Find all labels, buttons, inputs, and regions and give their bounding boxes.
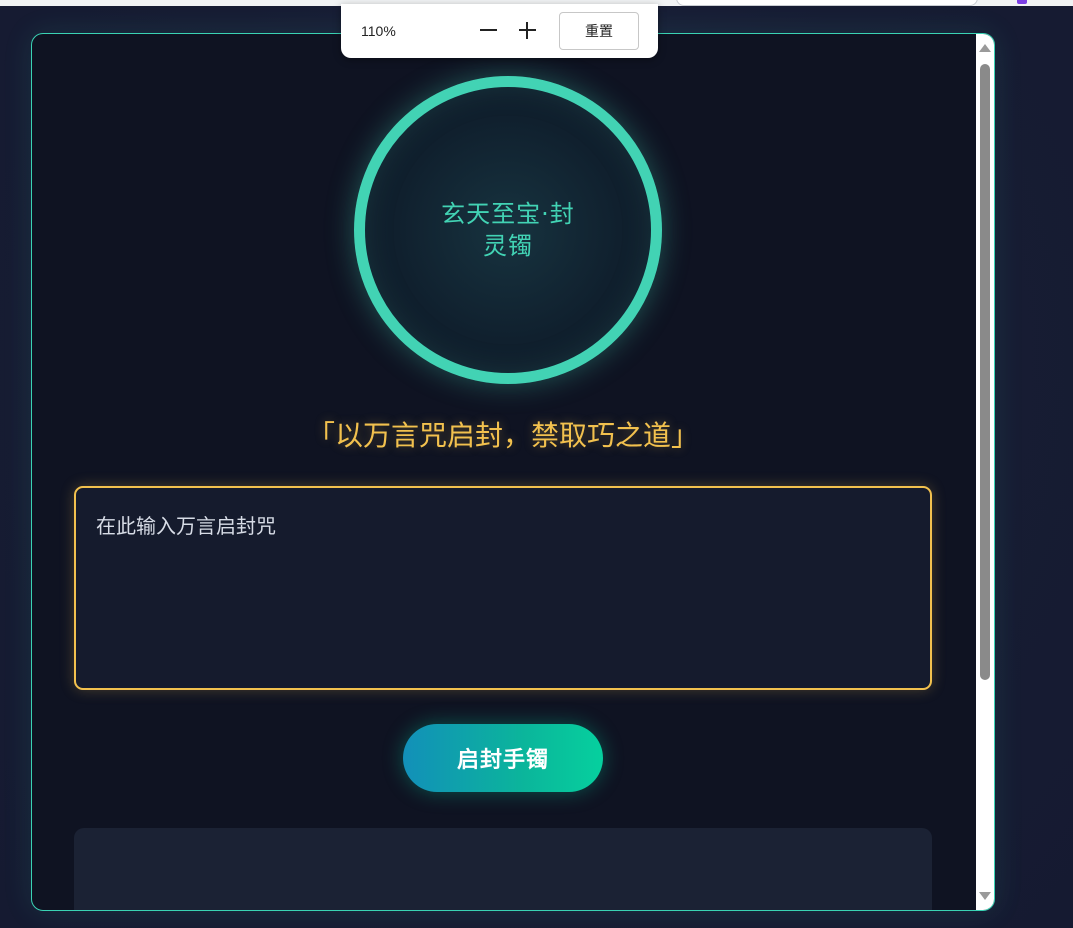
scrollbar[interactable] — [976, 34, 994, 910]
address-bar[interactable] — [676, 0, 978, 6]
bracelet-title: 玄天至宝·封灵镯 — [441, 200, 575, 260]
reset-zoom-button[interactable]: 重置 — [559, 12, 639, 50]
sealed-bracelet-ring: 玄天至宝·封灵镯 — [354, 76, 662, 384]
unseal-bracelet-button[interactable]: 启封手镯 — [403, 724, 603, 792]
extension-icon[interactable] — [1017, 0, 1027, 4]
scroll-up-arrow-icon[interactable] — [979, 44, 991, 52]
plus-icon-vertical — [526, 22, 528, 39]
app-frame: 玄天至宝·封灵镯 「以万言咒启封，禁取巧之道」 启封手镯 — [31, 33, 995, 911]
page: 玄天至宝·封灵镯 「以万言咒启封，禁取巧之道」 启封手镯 110% 重置 — [0, 0, 1073, 928]
scrollbar-thumb[interactable] — [980, 64, 990, 680]
result-panel — [74, 828, 932, 910]
zoom-popup: 110% 重置 — [341, 4, 658, 58]
zoom-out-button[interactable] — [475, 17, 501, 43]
spell-input[interactable] — [74, 486, 932, 690]
incantation-text: 「以万言咒启封，禁取巧之道」 — [306, 419, 699, 452]
zoom-level: 110% — [361, 23, 396, 39]
scroll-down-arrow-icon[interactable] — [979, 892, 991, 900]
zoom-in-button[interactable] — [514, 17, 540, 43]
minus-icon — [480, 29, 497, 31]
